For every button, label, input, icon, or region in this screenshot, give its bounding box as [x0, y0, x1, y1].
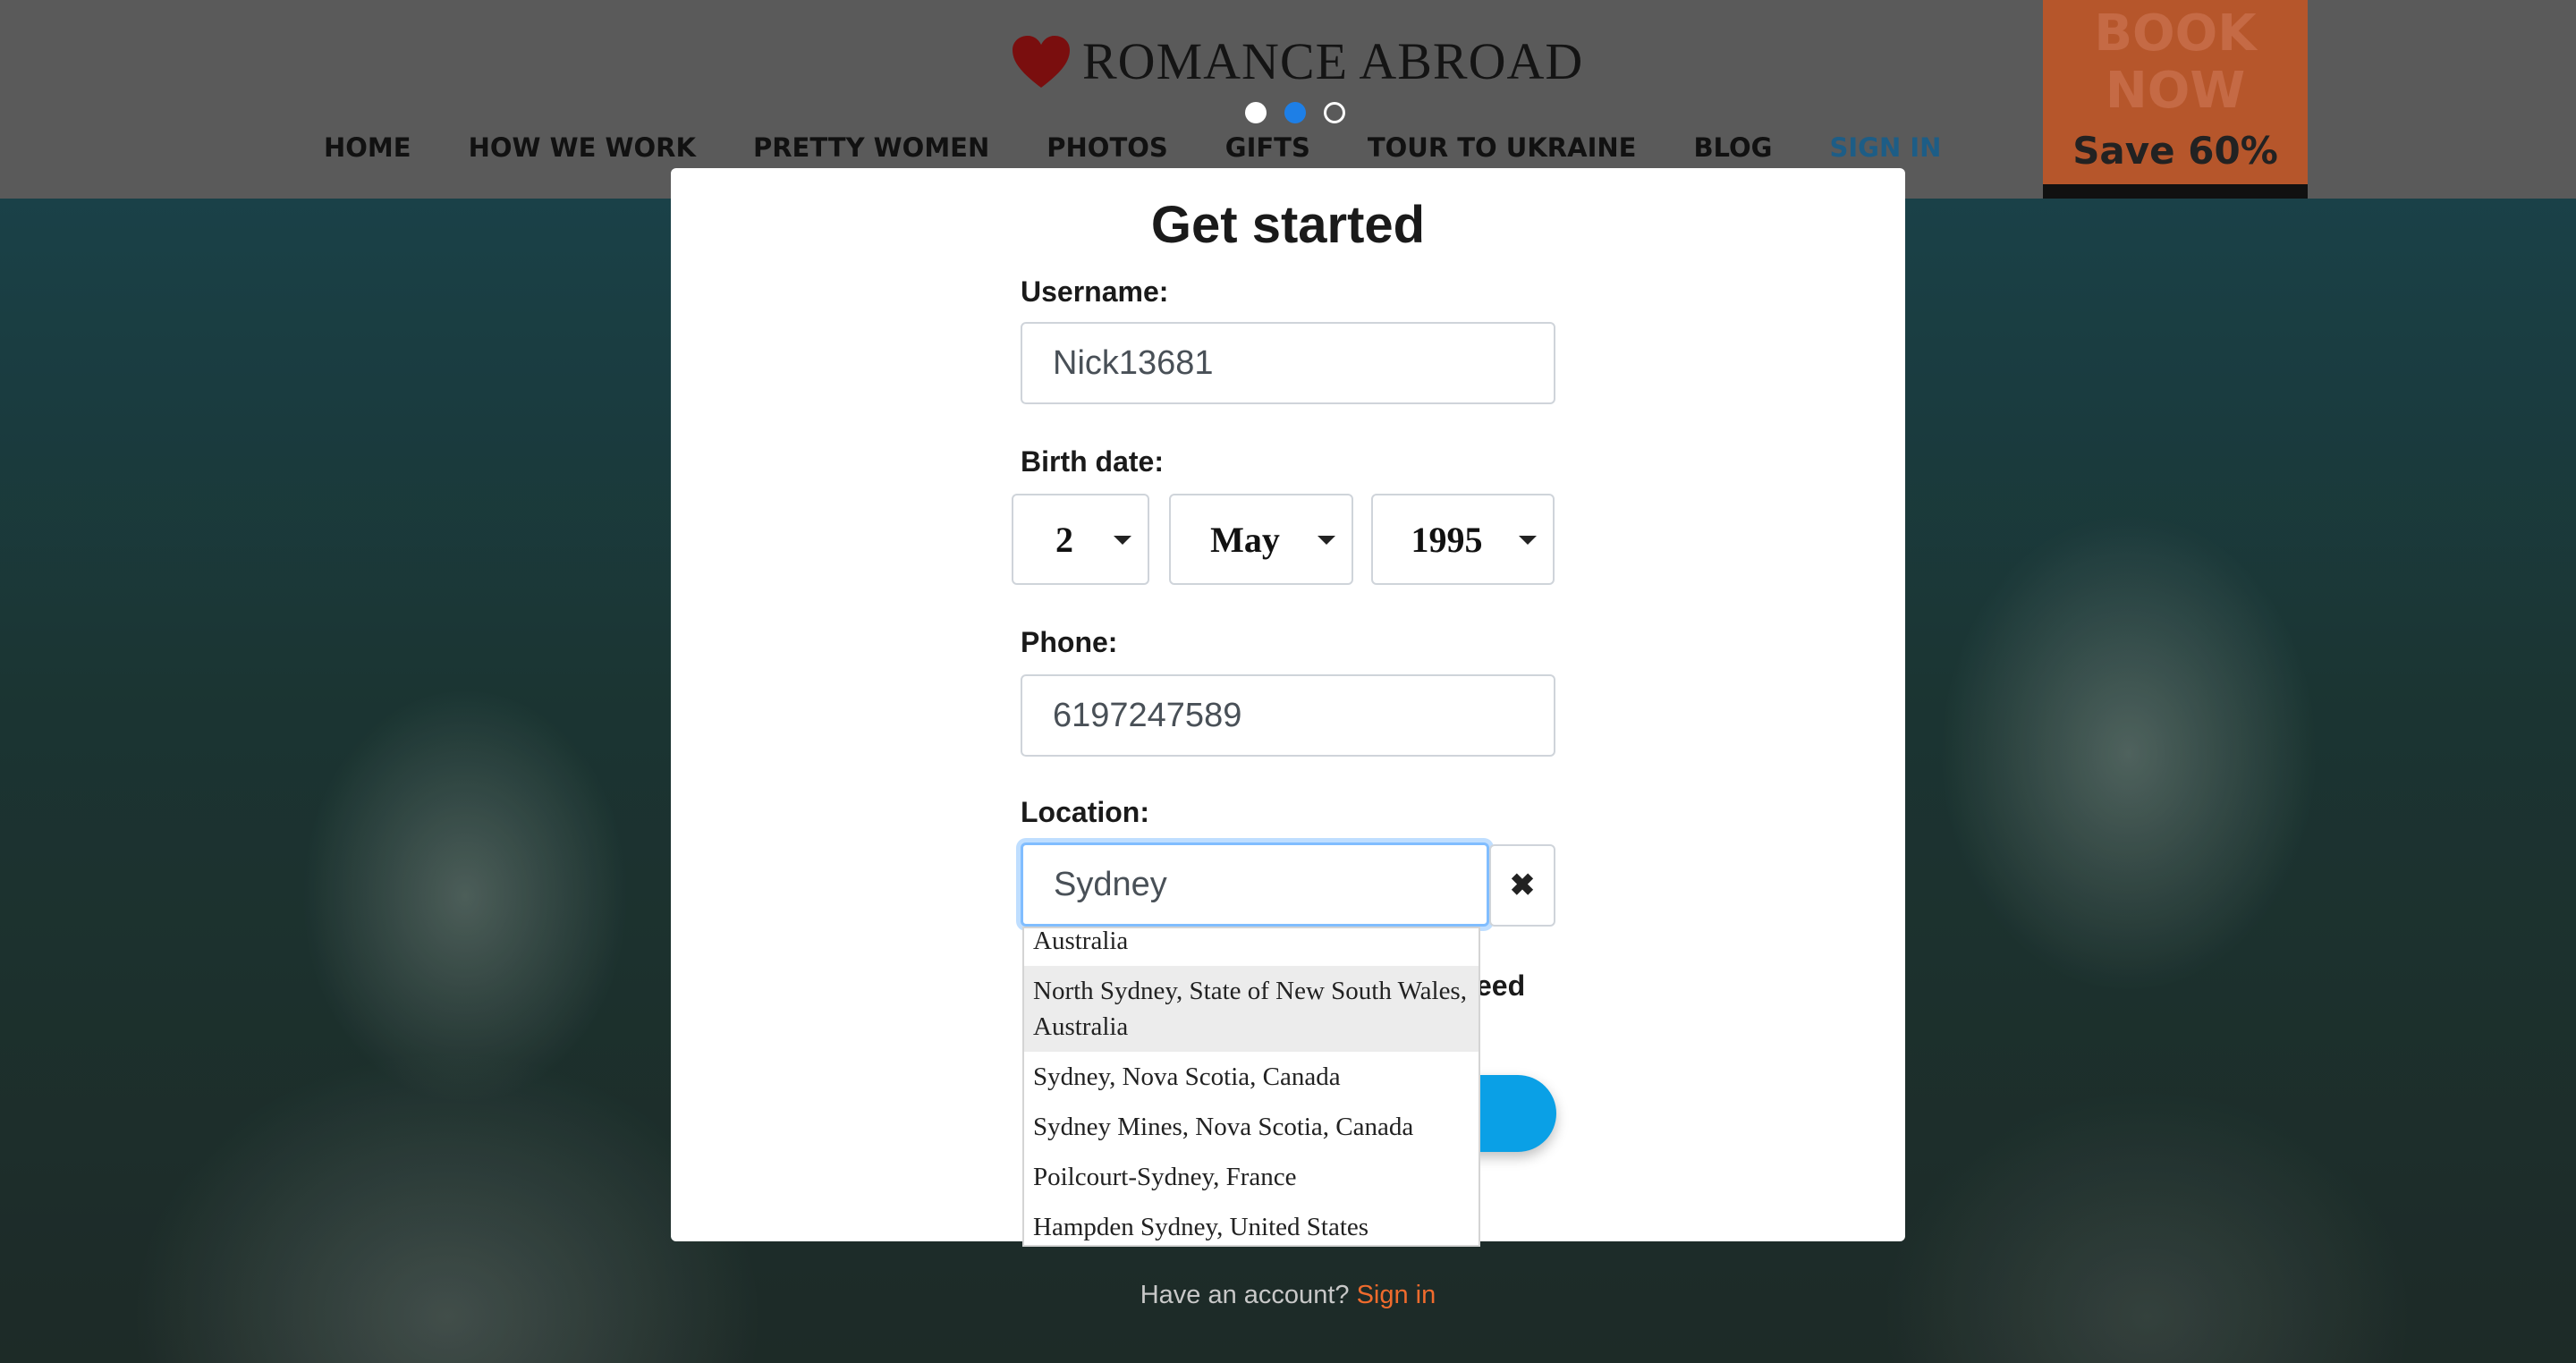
carousel-dot[interactable] [1245, 102, 1267, 123]
nav-tour-to-ukraine[interactable]: TOUR TO UKRAINE [1368, 132, 1637, 163]
book-now-discount: Save 60% [2072, 129, 2278, 173]
clear-location-button[interactable]: ✖ [1489, 844, 1555, 927]
birth-year-value: 1995 [1411, 519, 1483, 560]
nav-gifts[interactable]: GIFTS [1225, 132, 1310, 163]
username-input[interactable]: Nick13681 [1021, 322, 1555, 404]
chevron-down-icon [1519, 536, 1537, 545]
book-now-line1: BOOK [2094, 4, 2257, 63]
location-autocomplete-dropdown: Australia North Sydney, State of New Sou… [1022, 927, 1480, 1247]
nav-sign-in[interactable]: SIGN IN [1829, 132, 1941, 163]
account-prompt-text: Have an account? [1140, 1281, 1350, 1309]
carousel-dot-active[interactable] [1284, 102, 1306, 123]
partially-hidden-text: eed [1476, 969, 1526, 1002]
birth-date-label: Birth date: [1021, 445, 1164, 478]
autocomplete-option-active[interactable]: North Sydney, State of New South Wales, … [1024, 966, 1479, 1052]
carousel-dots [1245, 102, 1345, 123]
autocomplete-option[interactable]: Hampden Sydney, United States [1024, 1202, 1479, 1245]
nav-how-we-work[interactable]: HOW WE WORK [469, 132, 696, 163]
location-input[interactable]: Sydney [1021, 842, 1489, 927]
birth-month-select[interactable]: May [1169, 494, 1353, 585]
nav-blog[interactable]: BLOG [1693, 132, 1772, 163]
book-now-line2: NOW [2105, 62, 2246, 120]
username-label: Username: [1021, 275, 1169, 308]
nav-photos[interactable]: PHOTOS [1046, 132, 1168, 163]
account-prompt: Have an account? Sign in [0, 1281, 2576, 1310]
birth-day-select[interactable]: 2 [1012, 494, 1149, 585]
birth-year-select[interactable]: 1995 [1371, 494, 1555, 585]
site-logo[interactable]: ROMANCE ABROAD [1011, 30, 1583, 93]
modal-title: Get started [1150, 196, 1426, 254]
chevron-down-icon [1114, 536, 1131, 545]
carousel-dot[interactable] [1324, 102, 1345, 123]
autocomplete-option[interactable]: Australia [1024, 928, 1479, 966]
main-nav: HOME HOW WE WORK PRETTY WOMEN PHOTOS GIF… [324, 132, 1941, 163]
autocomplete-option[interactable]: Sydney, Nova Scotia, Canada [1024, 1052, 1479, 1102]
book-now-banner[interactable]: BOOK NOW Save 60% [2043, 0, 2308, 199]
phone-label: Phone: [1021, 626, 1118, 658]
nav-pretty-women[interactable]: PRETTY WOMEN [753, 132, 989, 163]
chevron-down-icon [1318, 536, 1335, 545]
autocomplete-option[interactable]: Sydney Mines, Nova Scotia, Canada [1024, 1102, 1479, 1152]
nav-home[interactable]: HOME [324, 132, 411, 163]
heart-icon [1013, 36, 1070, 88]
location-label: Location: [1021, 796, 1149, 828]
sign-in-link[interactable]: Sign in [1357, 1281, 1436, 1309]
birth-day-value: 2 [1055, 519, 1073, 560]
close-icon: ✖ [1509, 868, 1536, 902]
phone-input[interactable]: 6197247589 [1021, 674, 1555, 757]
logo-text: ROMANCE ABROAD [1082, 32, 1584, 90]
birth-month-value: May [1210, 519, 1280, 560]
autocomplete-option[interactable]: Poilcourt-Sydney, France [1024, 1152, 1479, 1202]
